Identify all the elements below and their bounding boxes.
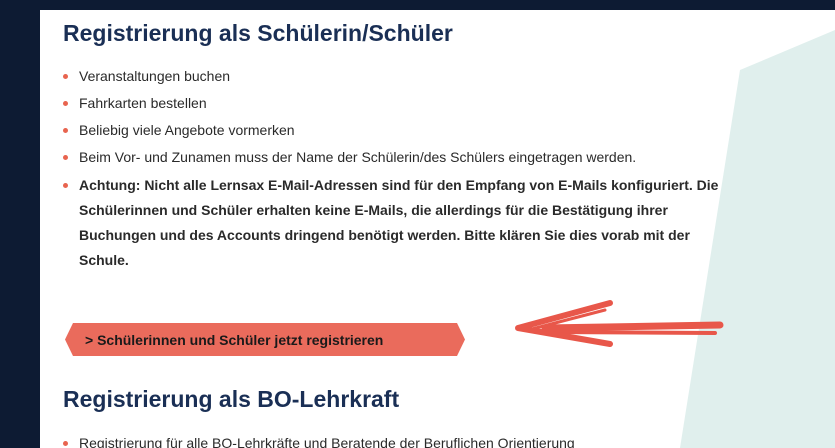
- arrow-pointer-icon: [515, 300, 724, 347]
- list-item: Registrierung für alle BO-Lehrkräfte und…: [63, 432, 743, 448]
- section-title-students: Registrierung als Schülerin/Schüler: [63, 20, 453, 46]
- list-item: Beliebig viele Angebote vormerken: [63, 119, 743, 141]
- bullet-icon: [63, 183, 68, 188]
- bullet-icon: [63, 441, 68, 446]
- student-benefits-list: Veranstaltungen buchen Fahrkarten bestel…: [63, 65, 743, 278]
- bullet-icon: [63, 155, 68, 160]
- list-item-warning: Achtung: Nicht alle Lernsax E-Mail-Adres…: [63, 173, 743, 273]
- teacher-list: Registrierung für alle BO-Lehrkräfte und…: [63, 432, 743, 448]
- section-title-teachers: Registrierung als BO-Lehrkraft: [63, 386, 400, 412]
- list-item: Fahrkarten bestellen: [63, 92, 743, 114]
- list-item: Veranstaltungen buchen: [63, 65, 743, 87]
- bullet-icon: [63, 74, 68, 79]
- page: Registrierung als Schülerin/Schüler Vera…: [40, 10, 835, 448]
- bullet-icon: [63, 128, 68, 133]
- list-item: Beim Vor- und Zunamen muss der Name der …: [63, 146, 743, 168]
- bullet-icon: [63, 101, 68, 106]
- register-students-label: > Schülerinnen und Schüler jetzt registr…: [85, 331, 384, 348]
- register-students-button[interactable]: > Schülerinnen und Schüler jetzt registr…: [65, 323, 465, 356]
